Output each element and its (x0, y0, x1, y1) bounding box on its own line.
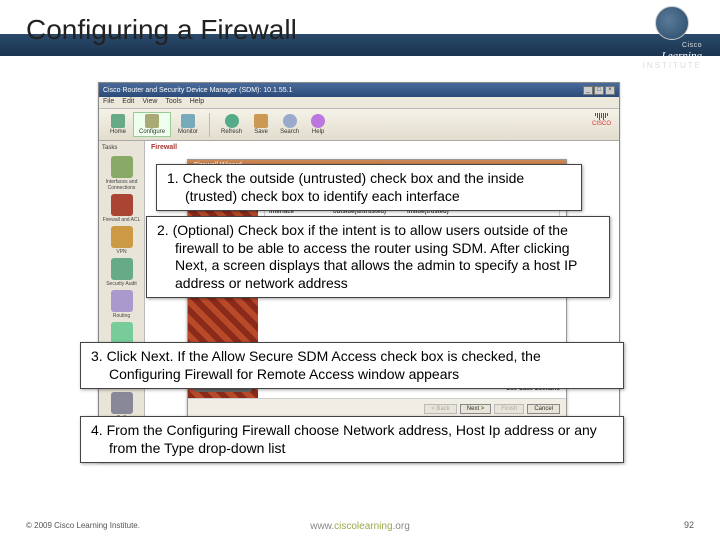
brand-logo: Cisco Learning INSTITUTE (643, 6, 702, 71)
callout-2: 2. (Optional) Check box if the intent is… (146, 216, 610, 298)
monitor-label: Monitor (178, 129, 198, 135)
main-tab-header: Firewall (145, 141, 619, 151)
routing-icon (111, 290, 133, 312)
sidebar-item-security[interactable]: Security Audit (102, 258, 141, 287)
logo-institute: INSTITUTE (643, 62, 702, 71)
save-icon (254, 114, 268, 128)
monitor-button[interactable]: Monitor (173, 113, 203, 136)
toolbar-separator (209, 113, 210, 137)
qos-icon (111, 392, 133, 414)
help-icon (311, 114, 325, 128)
refresh-button[interactable]: Refresh (216, 113, 247, 136)
callout-4-text: 4. From the Configuring Firewall choose … (91, 422, 613, 457)
footer-page-number: 92 (684, 520, 694, 530)
menu-bar: File Edit View Tools Help (99, 97, 619, 109)
sidebar-item-routing[interactable]: Routing (102, 290, 141, 319)
logo-cisco: Cisco (643, 42, 702, 50)
toolbar: Home Configure Monitor Refresh Save Sear… (99, 109, 619, 141)
save-label: Save (254, 129, 268, 135)
monitor-icon (181, 114, 195, 128)
search-icon (283, 114, 297, 128)
menu-view[interactable]: View (142, 98, 157, 107)
page-title: Configuring a Firewall (26, 14, 297, 46)
back-button[interactable]: < Back (424, 404, 457, 414)
url-prefix: www. (310, 521, 334, 532)
menu-edit[interactable]: Edit (122, 98, 134, 107)
sidebar-item-firewall[interactable]: Firewall and ACL (102, 194, 141, 223)
nat-icon (111, 322, 133, 344)
menu-file[interactable]: File (103, 98, 114, 107)
sidebar-title: Tasks (102, 145, 141, 151)
refresh-icon (225, 114, 239, 128)
security-label: Security Audit (102, 281, 141, 287)
callout-3-text: 3. Click Next. If the Allow Secure SDM A… (91, 348, 613, 383)
home-button[interactable]: Home (105, 113, 131, 136)
minimize-icon[interactable]: _ (583, 86, 593, 95)
url-main: ciscolearning (334, 521, 392, 532)
routing-label: Routing (102, 313, 141, 319)
save-button[interactable]: Save (249, 113, 273, 136)
menu-help[interactable]: Help (190, 98, 204, 107)
firewall-label: Firewall and ACL (102, 217, 141, 223)
vpn-icon (111, 226, 133, 248)
security-icon (111, 258, 133, 280)
next-button[interactable]: Next > (460, 404, 492, 414)
tasks-sidebar: Tasks Interfaces and Connections Firewal… (99, 141, 145, 461)
sidebar-item-vpn[interactable]: VPN (102, 226, 141, 255)
finish-button[interactable]: Finish (494, 404, 524, 414)
footer-copyright: © 2009 Cisco Learning Institute. (26, 521, 140, 530)
callout-4: 4. From the Configuring Firewall choose … (80, 416, 624, 463)
logo-learning: Learning (643, 50, 702, 62)
search-button[interactable]: Search (275, 113, 304, 136)
callout-1: 1. Check the outside (untrusted) check b… (156, 164, 582, 211)
configure-button[interactable]: Configure (133, 112, 171, 137)
cisco-logo: CISCO (592, 113, 611, 127)
callout-2-text: 2. (Optional) Check box if the intent is… (157, 222, 599, 292)
help-label: Help (312, 129, 324, 135)
refresh-label: Refresh (221, 129, 242, 135)
interfaces-label: Interfaces and Connections (102, 179, 141, 191)
window-titlebar: Cisco Router and Security Device Manager… (99, 83, 619, 97)
interfaces-icon (111, 156, 133, 178)
callout-3: 3. Click Next. If the Allow Secure SDM A… (80, 342, 624, 389)
vpn-label: VPN (102, 249, 141, 255)
home-label: Home (110, 129, 126, 135)
configure-label: Configure (139, 129, 165, 135)
menu-tools[interactable]: Tools (165, 98, 181, 107)
close-icon[interactable]: × (605, 86, 615, 95)
wizard-footer: < Back Next > Finish Cancel (188, 398, 566, 418)
maximize-icon[interactable]: □ (594, 86, 604, 95)
url-suffix: .org (393, 521, 410, 532)
configure-icon (145, 114, 159, 128)
window-title: Cisco Router and Security Device Manager… (103, 87, 292, 94)
globe-icon (655, 6, 689, 40)
home-icon (111, 114, 125, 128)
help-button[interactable]: Help (306, 113, 330, 136)
callout-1-text: 1. Check the outside (untrusted) check b… (167, 170, 571, 205)
footer-url: www.ciscolearning.org (310, 521, 410, 532)
search-label: Search (280, 129, 299, 135)
sidebar-item-interfaces[interactable]: Interfaces and Connections (102, 156, 141, 191)
cancel-button[interactable]: Cancel (527, 404, 560, 414)
firewall-icon (111, 194, 133, 216)
cisco-text: CISCO (592, 121, 611, 127)
